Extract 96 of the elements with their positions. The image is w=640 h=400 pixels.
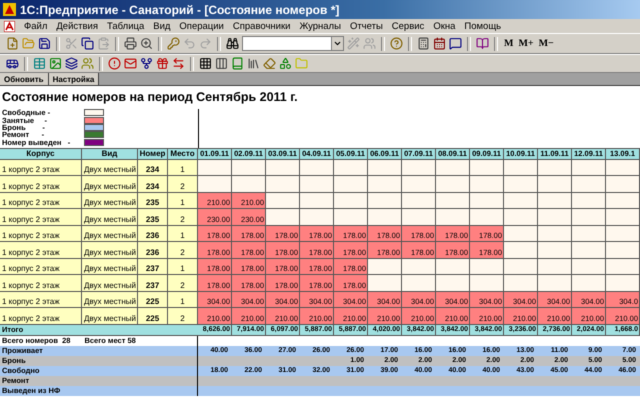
columns-icon[interactable] bbox=[215, 57, 228, 70]
table-cell: 1 корпус 2 этаж bbox=[0, 160, 82, 176]
table-cell: Двух местный bbox=[82, 308, 138, 325]
layers-icon[interactable] bbox=[65, 57, 78, 70]
app-menu-icon[interactable] bbox=[4, 20, 15, 32]
table-icon[interactable] bbox=[33, 57, 46, 70]
table-cell: 234 bbox=[138, 160, 168, 176]
table-cell: 1 bbox=[168, 226, 198, 242]
table-cell: 235 bbox=[138, 209, 168, 226]
table-cell: 237 bbox=[138, 275, 168, 292]
copy-icon[interactable] bbox=[81, 37, 94, 50]
shapes-icon[interactable] bbox=[279, 57, 292, 70]
calculator-icon[interactable] bbox=[417, 37, 430, 50]
table-cell: 225 bbox=[138, 292, 168, 308]
form-button[interactable]: Обновить bbox=[0, 73, 49, 85]
memory-button[interactable]: M+ bbox=[517, 38, 535, 49]
table-cell: 1 корпус 2 этаж bbox=[0, 292, 82, 308]
summary-band bbox=[606, 376, 640, 386]
table-cell: 2 bbox=[168, 308, 198, 325]
column-header: Номер bbox=[138, 148, 168, 160]
menu-item[interactable]: Отчеты bbox=[350, 20, 383, 32]
summary-band bbox=[198, 376, 232, 386]
column-header: Место bbox=[168, 148, 198, 160]
fork-icon[interactable] bbox=[140, 57, 153, 70]
table-cell: 1 bbox=[168, 292, 198, 308]
table-cell: 2 bbox=[168, 275, 198, 292]
table-cell: Двух местный bbox=[82, 209, 138, 226]
table-cell: 1 корпус 2 этаж bbox=[0, 192, 82, 210]
menu-item[interactable]: Операции bbox=[179, 20, 224, 32]
bus-icon[interactable] bbox=[6, 57, 19, 70]
table-cell: Двух местный bbox=[82, 292, 138, 308]
menu-item[interactable]: Окна bbox=[433, 20, 456, 32]
table-cell: 1 корпус 2 этаж bbox=[0, 308, 82, 325]
table-cell: Двух местный bbox=[82, 275, 138, 292]
book-icon[interactable] bbox=[476, 37, 489, 50]
table-cell: 225 bbox=[138, 308, 168, 325]
table-cell: 236 bbox=[138, 242, 168, 259]
menu-item[interactable]: Таблица bbox=[106, 20, 144, 32]
printer-icon[interactable] bbox=[124, 37, 137, 50]
table-cell: 237 bbox=[138, 258, 168, 276]
table-cell: 235 bbox=[138, 192, 168, 210]
table-cell: Двух местный bbox=[82, 258, 138, 276]
book-icon[interactable] bbox=[231, 57, 244, 70]
table-cell: Двух местный bbox=[82, 192, 138, 210]
menu-item[interactable]: Вид bbox=[153, 20, 170, 32]
magnifier-icon[interactable] bbox=[140, 37, 153, 50]
table-cell: 234 bbox=[138, 176, 168, 193]
window-title: 1С:Предприятие - Санаторий - [Состояние номеров *] bbox=[20, 2, 340, 16]
key-icon[interactable] bbox=[167, 37, 180, 50]
table-cell: 2 bbox=[168, 242, 198, 259]
binoculars-icon[interactable] bbox=[226, 37, 239, 50]
books-icon[interactable] bbox=[247, 57, 260, 70]
grid-icon[interactable] bbox=[199, 57, 212, 70]
table-cell: 1 корпус 2 этаж bbox=[0, 275, 82, 292]
table-cell: Двух местный bbox=[82, 160, 138, 176]
table-cell: 1 корпус 2 этаж bbox=[0, 226, 82, 242]
table-cell: 1 bbox=[168, 258, 198, 276]
combo-box[interactable] bbox=[242, 36, 344, 51]
table-cell: Двух местный bbox=[82, 226, 138, 242]
summary-band bbox=[198, 356, 232, 366]
eraser-icon[interactable] bbox=[263, 57, 276, 70]
summary-band bbox=[198, 386, 232, 396]
table-cell: 2 bbox=[168, 209, 198, 226]
table-cell: 236 bbox=[138, 226, 168, 242]
memory-button[interactable]: M− bbox=[538, 38, 555, 49]
menu-item[interactable]: Справочники bbox=[232, 20, 290, 32]
table-cell: 1 корпус 2 этаж bbox=[0, 176, 82, 193]
table-cell: 1 корпус 2 этаж bbox=[0, 258, 82, 276]
table-cell: 2 bbox=[168, 176, 198, 193]
summary-band bbox=[606, 386, 640, 396]
menu-item[interactable]: Помощь bbox=[464, 20, 502, 32]
table-cell: 1 bbox=[168, 160, 198, 176]
table-cell: 1 bbox=[168, 192, 198, 210]
table-cell: 1 корпус 2 этаж bbox=[0, 242, 82, 259]
speech-bubble-icon[interactable] bbox=[449, 37, 462, 50]
memory-button[interactable]: M bbox=[503, 38, 514, 49]
table-cell: 1 корпус 2 этаж bbox=[0, 209, 82, 226]
gift-icon[interactable] bbox=[156, 57, 169, 70]
envelope-icon[interactable] bbox=[124, 57, 137, 70]
menu-item[interactable]: Журналы bbox=[299, 20, 341, 32]
form-button[interactable]: Настройка bbox=[48, 73, 100, 85]
table-cell: Двух местный bbox=[82, 176, 138, 193]
app-logo-icon bbox=[3, 3, 16, 16]
report-title: Состояние номеров на период Сентябрь 2011 г. bbox=[1, 89, 299, 106]
calendar-icon[interactable] bbox=[433, 37, 446, 50]
file-plus-icon[interactable] bbox=[6, 37, 19, 50]
save-icon[interactable] bbox=[38, 37, 51, 50]
column-header: Корпус bbox=[0, 148, 82, 160]
exclamation-icon[interactable] bbox=[108, 57, 121, 70]
menu-item[interactable]: Файл bbox=[24, 20, 48, 32]
column-header: Вид bbox=[82, 148, 138, 160]
arrows-icon[interactable] bbox=[172, 57, 185, 70]
menu-item[interactable]: Сервис bbox=[392, 20, 424, 32]
help-icon[interactable] bbox=[390, 37, 403, 50]
menu-item[interactable]: Действия bbox=[56, 20, 98, 32]
table-cell: Двух местный bbox=[82, 242, 138, 259]
